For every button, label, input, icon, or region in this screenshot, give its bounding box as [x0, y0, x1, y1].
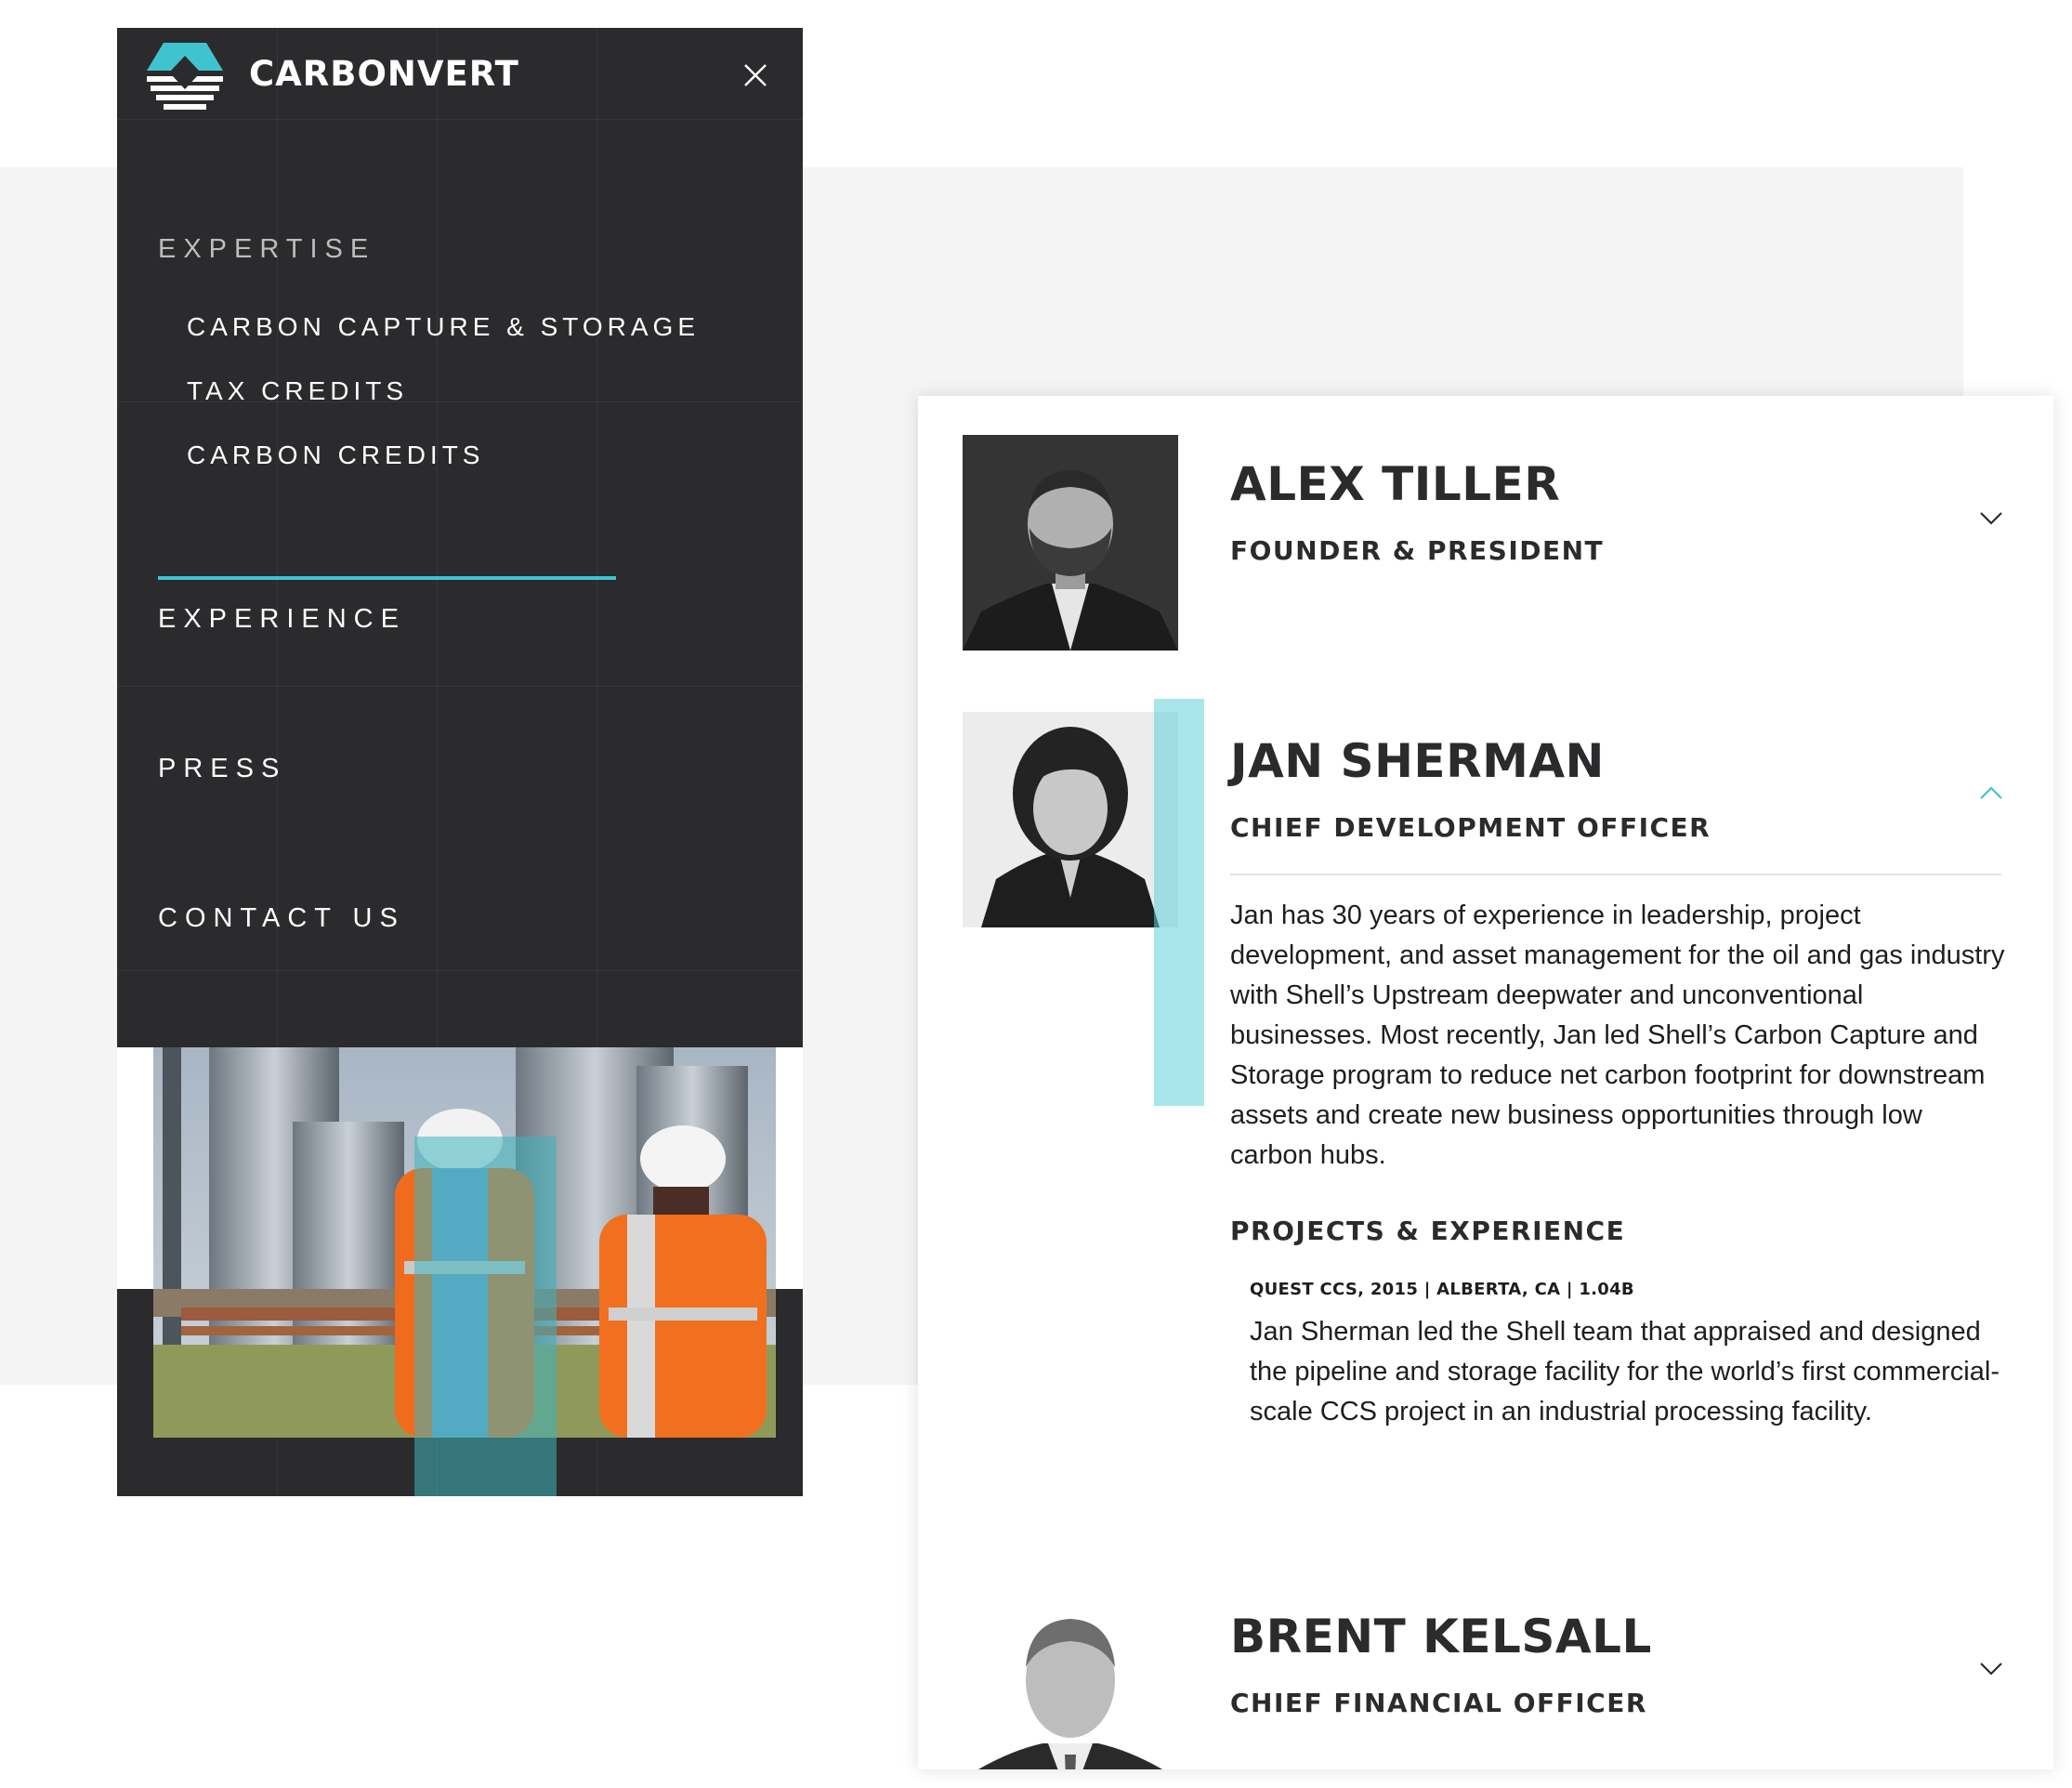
- active-indicator: [158, 576, 616, 580]
- brand-name[interactable]: CARBONVERT: [249, 54, 519, 94]
- decorative-teal-bar: [414, 1137, 557, 1496]
- team-card: ALEX TILLER FOUNDER & PRESIDENT JAN SHER…: [918, 396, 2053, 1769]
- menu-header: CARBONVERT: [117, 28, 803, 119]
- avatar: [963, 435, 1178, 651]
- project-meta: QUEST CCS, 2015 | ALBERTA, CA | 1.04B: [1250, 1280, 1634, 1299]
- decorative-teal-bar: [1154, 699, 1204, 1106]
- chevron-down-icon[interactable]: [1977, 1654, 2005, 1682]
- submenu-item-carbon-capture[interactable]: CARBON CAPTURE & STORAGE: [187, 312, 700, 342]
- menu-item-press[interactable]: PRESS: [158, 754, 286, 784]
- divider: [1230, 874, 2001, 875]
- menu-item-expertise[interactable]: EXPERTISE: [158, 234, 375, 265]
- grid-line: [117, 686, 803, 687]
- team-member-name[interactable]: JAN SHERMAN: [1230, 734, 1605, 788]
- project-description: Jan Sherman led the Shell team that appr…: [1250, 1317, 2000, 1426]
- team-member-role: CHIEF FINANCIAL OFFICER: [1230, 1688, 1647, 1718]
- chevron-up-icon[interactable]: [1977, 779, 2005, 807]
- carbonvert-logo-icon[interactable]: [145, 39, 225, 112]
- bio-text: Jan has 30 years of experience in leader…: [1230, 901, 2005, 1170]
- close-icon[interactable]: [740, 59, 771, 91]
- grid-line: [117, 119, 803, 120]
- projects-heading: PROJECTS & EXPERIENCE: [1230, 1216, 1626, 1246]
- avatar: [963, 712, 1178, 927]
- mobile-nav-menu: CARBONVERT EXPERTISE CARBON CAPTURE & ST…: [117, 28, 803, 1496]
- team-member-role: FOUNDER & PRESIDENT: [1230, 535, 1605, 566]
- submenu-item-carbon-credits[interactable]: CARBON CREDITS: [187, 440, 484, 470]
- team-member-name[interactable]: BRENT KELSALL: [1230, 1610, 1652, 1663]
- team-member-role: CHIEF DEVELOPMENT OFFICER: [1230, 812, 1711, 843]
- avatar: [963, 1587, 1178, 1769]
- team-member-name[interactable]: ALEX TILLER: [1230, 457, 1560, 511]
- chevron-down-icon[interactable]: [1977, 504, 2005, 532]
- grid-line: [117, 970, 803, 971]
- submenu-item-tax-credits[interactable]: TAX CREDITS: [187, 376, 408, 406]
- menu-item-contact-us[interactable]: CONTACT US: [158, 903, 405, 934]
- menu-item-experience[interactable]: EXPERIENCE: [158, 604, 406, 635]
